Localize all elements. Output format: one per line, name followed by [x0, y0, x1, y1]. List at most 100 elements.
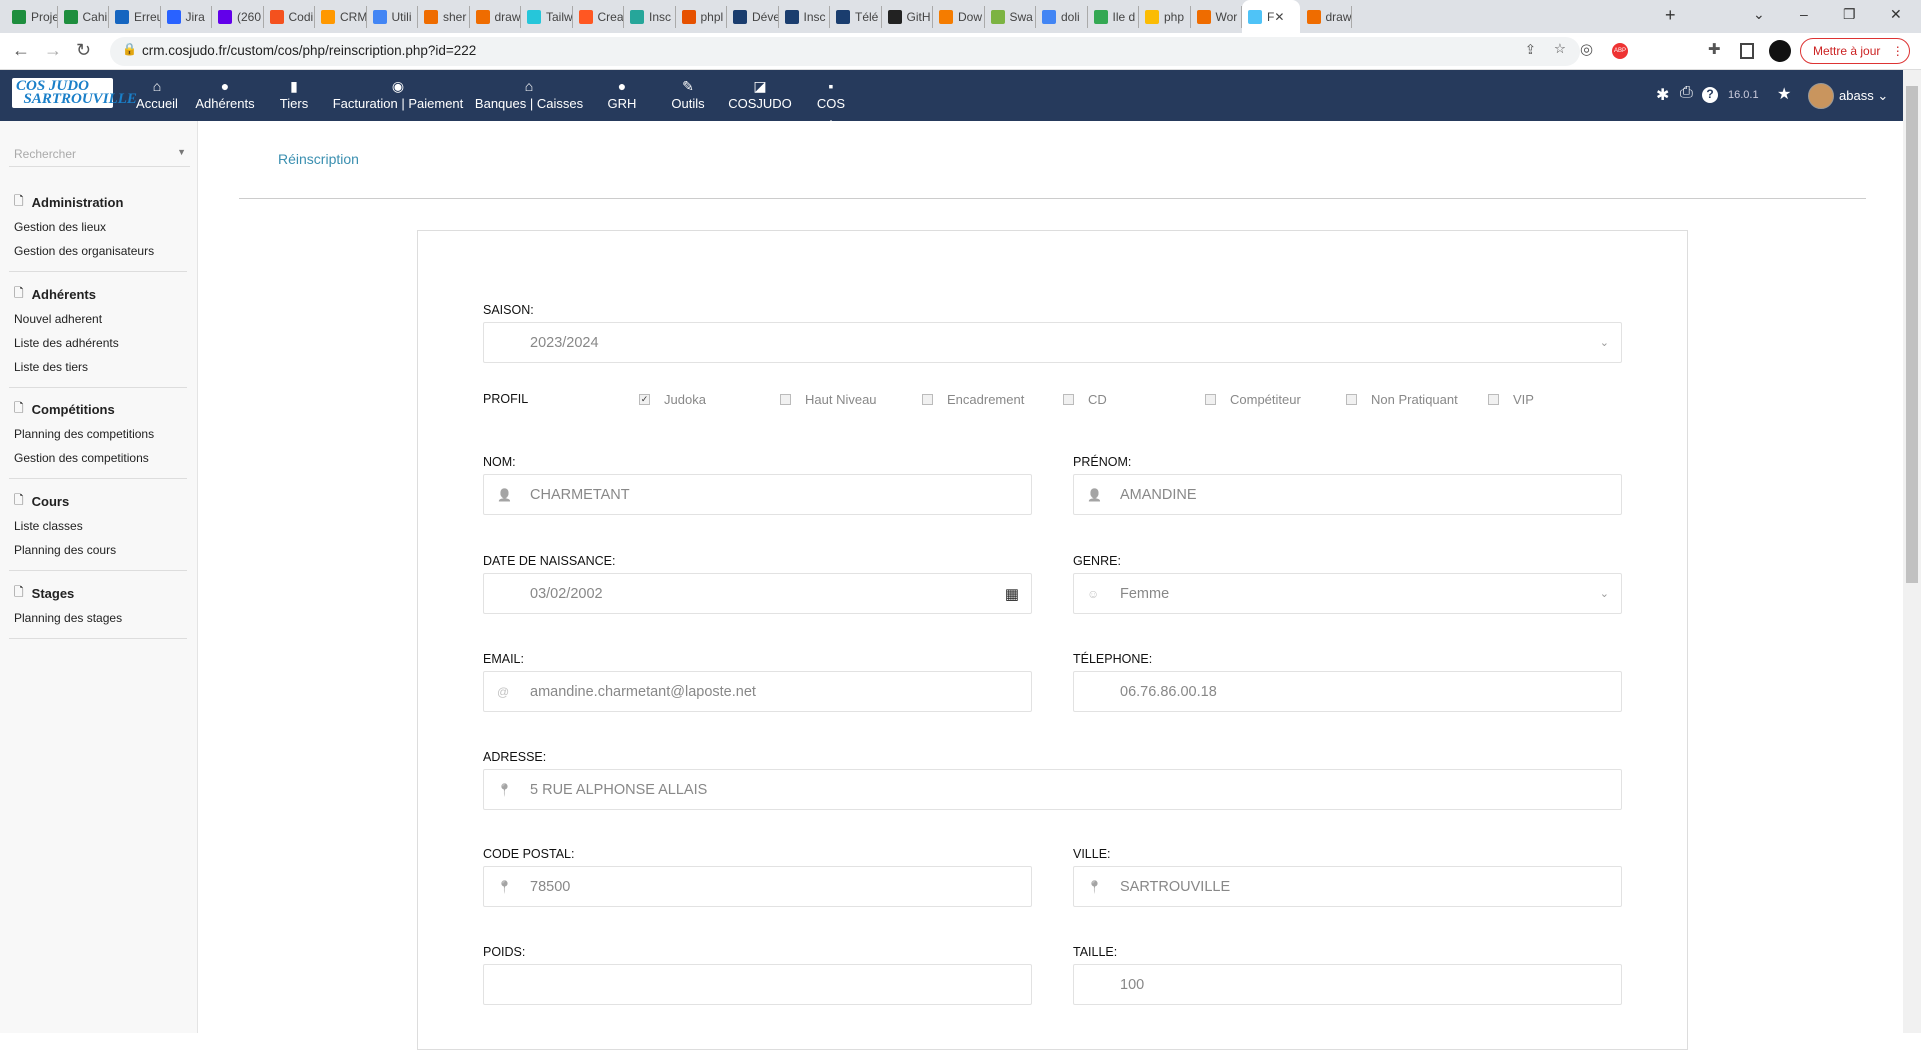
close-window-icon[interactable]: ✕ — [1890, 6, 1902, 23]
sidebar-item[interactable]: Nouvel adherent — [9, 307, 187, 331]
nav-item-cos[interactable]: ▪ COS — [817, 70, 845, 121]
browser-tab[interactable]: Ile d — [1088, 6, 1139, 28]
scrollbar-thumb[interactable] — [1906, 86, 1918, 583]
nav-item-banques[interactable]: ⌂ Banques | Caisses — [475, 70, 583, 121]
nav-item-outils[interactable]: ✎ Outils — [671, 70, 704, 121]
browser-tab[interactable]: Erreu — [109, 6, 161, 28]
profil-checkbox[interactable]: VIP — [1488, 392, 1534, 407]
browser-tab[interactable]: Crea — [573, 6, 624, 28]
calendar-icon[interactable]: ▦ — [1005, 585, 1019, 603]
sidebar-item[interactable]: Gestion des competitions — [9, 446, 187, 470]
profile-icon[interactable] — [1769, 40, 1791, 62]
browser-tab[interactable]: Jira — [161, 6, 212, 28]
profil-checkbox[interactable]: Encadrement — [922, 392, 1024, 407]
minimize-icon[interactable]: – — [1800, 6, 1808, 22]
browser-tab[interactable]: Dow — [933, 6, 985, 28]
browser-tab[interactable]: phpl — [676, 6, 727, 28]
help-icon[interactable]: ? — [1702, 87, 1718, 103]
checkbox[interactable] — [1488, 394, 1499, 405]
browser-tab[interactable]: Télé — [830, 6, 882, 28]
nav-item-accueil[interactable]: ⌂ Accueil — [136, 70, 178, 121]
update-button[interactable]: Mettre à jour ⋮ — [1800, 38, 1910, 64]
sidebar-item[interactable]: Planning des competitions — [9, 422, 187, 446]
nav-item-cosjudo[interactable]: ◪ COSJUDO — [728, 70, 792, 121]
checkbox[interactable] — [780, 394, 791, 405]
share-icon[interactable]: ⇪ — [1525, 42, 1536, 58]
adblock-icon[interactable]: ABP — [1612, 43, 1628, 59]
sidebar-group-title[interactable]: 🗋 Compétitions — [9, 396, 187, 422]
browser-tab[interactable]: php — [1139, 6, 1191, 28]
browser-tab[interactable]: Codi — [264, 6, 315, 28]
profil-checkbox[interactable]: Compétiteur — [1205, 392, 1301, 407]
telephone-input[interactable]: 06.76.86.00.18 — [1073, 671, 1622, 712]
forward-icon[interactable]: → — [44, 40, 62, 61]
sidebar-search-input[interactable]: Rechercher ▼ — [9, 147, 190, 167]
sidebar-item[interactable]: Liste classes — [9, 514, 187, 538]
profil-checkbox[interactable]: ✓ Judoka — [639, 392, 706, 407]
browser-tab[interactable]: CRM — [315, 6, 367, 28]
restore-icon[interactable]: ❐ — [1843, 6, 1856, 23]
bookmark-star-icon[interactable]: ★ — [1777, 84, 1791, 104]
puzzle-icon[interactable]: ✚ — [1708, 40, 1721, 58]
bug-icon[interactable]: ✱ — [1656, 85, 1669, 105]
browser-tab[interactable]: Cahi — [58, 6, 109, 28]
sidebar-group-title[interactable]: 🗋 Stages — [9, 580, 187, 606]
checkbox[interactable] — [1346, 394, 1357, 405]
sidebar-item[interactable]: Liste des adhérents — [9, 331, 187, 355]
code-postal-input[interactable]: 📍 78500 — [483, 866, 1032, 907]
genre-input[interactable]: ☺ Femme ⌄ — [1073, 573, 1622, 614]
sidebar-item[interactable]: Gestion des organisateurs — [9, 239, 187, 263]
chevron-down-icon[interactable]: ⌄ — [1600, 336, 1609, 349]
checkbox[interactable] — [1063, 394, 1074, 405]
logo[interactable]: COS JUDO SARTROUVILLE — [12, 78, 137, 108]
nav-item-tiers[interactable]: ▮ Tiers — [280, 70, 308, 121]
address-bar[interactable]: 🔒 crm.cosjudo.fr/custom/cos/php/reinscri… — [110, 37, 1580, 66]
browser-tab[interactable]: Insc — [624, 6, 676, 28]
sidebar-group-title[interactable]: 🗋 Administration — [9, 189, 187, 215]
naissance-input[interactable]: 03/02/2002 ▦ — [483, 573, 1032, 614]
new-tab-icon[interactable]: + — [1665, 5, 1676, 26]
profil-checkbox[interactable]: Haut Niveau — [780, 392, 877, 407]
sidepanel-icon[interactable] — [1740, 43, 1754, 59]
browser-tab[interactable]: Tailw — [521, 6, 573, 28]
sidebar-item[interactable]: Liste des tiers — [9, 355, 187, 379]
poids-input[interactable] — [483, 964, 1032, 1005]
checkbox[interactable]: ✓ — [639, 394, 650, 405]
user-menu[interactable]: abass ⌄ — [1839, 88, 1888, 104]
browser-tab[interactable]: draw — [1301, 6, 1352, 28]
browser-tab[interactable]: draw — [470, 6, 521, 28]
print-icon[interactable]: ⎙ — [1680, 84, 1693, 102]
browser-tab[interactable]: Swa — [985, 6, 1036, 28]
reload-icon[interactable]: ↻ — [76, 40, 91, 61]
tab-search-icon[interactable]: ⌄ — [1753, 6, 1765, 23]
star-icon[interactable]: ☆ — [1554, 41, 1566, 57]
saison-input[interactable]: 2023/2024 ⌄ — [483, 322, 1622, 363]
checkbox[interactable] — [922, 394, 933, 405]
close-tab-icon[interactable]: ✕ — [1274, 10, 1284, 24]
extension-icon[interactable]: ◎ — [1580, 40, 1593, 58]
nom-input[interactable]: 👤 CHARMETANT — [483, 474, 1032, 515]
browser-tab[interactable]: sher — [418, 6, 470, 28]
nav-item-grh[interactable]: ● GRH — [608, 70, 637, 121]
browser-tab[interactable]: (260 — [212, 6, 264, 28]
profil-checkbox[interactable]: CD — [1063, 392, 1107, 407]
sidebar-group-title[interactable]: 🗋 Adhérents — [9, 281, 187, 307]
nav-item-adhérents[interactable]: ● Adhérents — [195, 70, 254, 121]
ville-input[interactable]: 📍 SARTROUVILLE — [1073, 866, 1622, 907]
browser-tab[interactable]: Insc — [779, 6, 830, 28]
nav-item-facturation[interactable]: ◉ Facturation | Paiement — [333, 70, 464, 121]
browser-tab[interactable]: doli — [1036, 6, 1088, 28]
sidebar-item[interactable]: Planning des stages — [9, 606, 187, 630]
browser-tab[interactable]: Proje — [6, 6, 58, 28]
taille-input[interactable]: 100 — [1073, 964, 1622, 1005]
adresse-input[interactable]: 📍 5 RUE ALPHONSE ALLAIS — [483, 769, 1622, 810]
profil-checkbox[interactable]: Non Pratiquant — [1346, 392, 1458, 407]
email-input[interactable]: @ amandine.charmetant@laposte.net — [483, 671, 1032, 712]
browser-tab[interactable]: Déve — [727, 6, 779, 28]
browser-tab[interactable]: Utili — [367, 6, 418, 28]
sidebar-item[interactable]: Planning des cours — [9, 538, 187, 562]
avatar[interactable] — [1808, 83, 1834, 109]
back-icon[interactable]: ← — [12, 40, 30, 61]
sidebar-group-title[interactable]: 🗋 Cours — [9, 488, 187, 514]
browser-tab[interactable]: Wor — [1191, 6, 1242, 28]
